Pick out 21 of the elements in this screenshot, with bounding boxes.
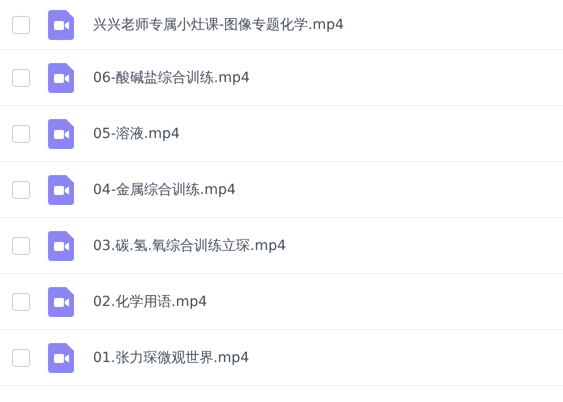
- video-file-icon: [48, 62, 74, 92]
- file-name[interactable]: 05-溶液.mp4: [93, 124, 180, 142]
- video-file-icon: [48, 230, 74, 260]
- file-name[interactable]: 03.碳.氢.氧综合训练立琛.mp4: [93, 236, 286, 254]
- checkbox[interactable]: [12, 124, 30, 142]
- file-name[interactable]: 01.张力琛微观世界.mp4: [93, 348, 250, 366]
- checkbox[interactable]: [12, 348, 30, 366]
- file-name[interactable]: 04-金属综合训练.mp4: [93, 180, 236, 198]
- checkbox[interactable]: [12, 180, 30, 198]
- checkbox[interactable]: [12, 292, 30, 310]
- video-file-icon: [48, 342, 74, 372]
- checkbox[interactable]: [12, 16, 30, 34]
- video-file-icon: [48, 118, 74, 148]
- file-name[interactable]: 兴兴老师专属小灶课-图像专题化学.mp4: [93, 16, 344, 34]
- checkbox[interactable]: [12, 68, 30, 86]
- video-file-icon: [48, 286, 74, 316]
- file-name[interactable]: 06-酸碱盐综合训练.mp4: [93, 68, 250, 86]
- video-file-icon: [48, 10, 74, 40]
- video-file-icon: [48, 174, 74, 204]
- file-name[interactable]: 02.化学用语.mp4: [93, 292, 208, 310]
- checkbox[interactable]: [12, 236, 30, 254]
